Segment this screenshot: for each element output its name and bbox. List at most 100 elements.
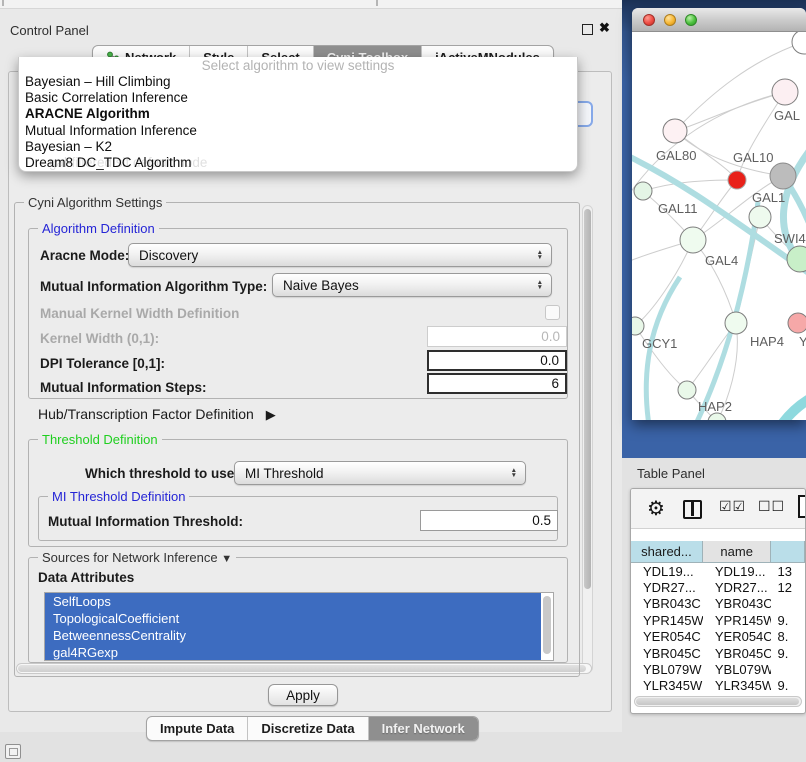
algorithm-placeholder: Select algorithm to view settings bbox=[19, 57, 577, 74]
menu-item-mutual-information[interactable]: Mutual Information Inference bbox=[19, 123, 577, 139]
algorithm-dropdown-popup: Select algorithm to view settings Bayesi… bbox=[18, 57, 578, 172]
menu-item-basic-correlation[interactable]: Basic Correlation Inference bbox=[19, 90, 577, 106]
tab-impute-data[interactable]: Impute Data bbox=[147, 717, 248, 740]
list-item-gal4rgexp[interactable]: gal4RGexp bbox=[45, 644, 541, 661]
table-row[interactable]: YBR043C YBR043C bbox=[631, 596, 805, 612]
sources-title-label: Sources for Network Inference bbox=[42, 550, 218, 565]
node-label: HAP4 bbox=[750, 334, 784, 349]
column-header-shared[interactable]: shared... bbox=[631, 541, 703, 562]
node-gal4[interactable] bbox=[680, 227, 706, 253]
cell-shared: YBR043C bbox=[631, 596, 703, 611]
apply-button[interactable]: Apply bbox=[268, 684, 338, 706]
list-item-betweennesscentrality[interactable]: BetweennessCentrality bbox=[45, 627, 541, 644]
cell-name: YDR27... bbox=[703, 580, 772, 595]
hub-definition-expander[interactable]: Hub/Transcription Factor Definition ▶ bbox=[38, 406, 276, 423]
table-row[interactable]: YDR27... YDR27... 12 bbox=[631, 579, 805, 595]
node-pink[interactable] bbox=[788, 313, 806, 333]
tab-discretize-data[interactable]: Discretize Data bbox=[248, 717, 368, 740]
list-item-topologicalcoefficient[interactable]: TopologicalCoefficient bbox=[45, 610, 541, 627]
node-gal11[interactable] bbox=[634, 182, 652, 200]
menu-item-aracne[interactable]: ARACNE Algorithm bbox=[19, 106, 577, 122]
list-item-selfloops[interactable]: SelfLoops bbox=[45, 593, 541, 610]
node-unlabeled[interactable] bbox=[792, 32, 806, 54]
cell-value: 9. bbox=[771, 613, 805, 628]
tab-infer-network[interactable]: Infer Network bbox=[369, 717, 478, 740]
column-header-name[interactable]: name bbox=[703, 541, 772, 562]
deselect-all-checkboxes-icon[interactable]: ☐☐ bbox=[758, 498, 785, 515]
cell-shared: YBR045C bbox=[631, 646, 703, 661]
node-label: GAL4 bbox=[705, 253, 738, 268]
cell-value: 12 bbox=[771, 580, 805, 595]
node-gal1[interactable] bbox=[749, 206, 771, 228]
cell-shared: YDR27... bbox=[631, 580, 703, 595]
node-gal2[interactable] bbox=[772, 79, 798, 105]
columns-icon[interactable] bbox=[683, 500, 702, 519]
node-hap4[interactable] bbox=[725, 312, 747, 334]
background-combo-ghost-text: gal-filtered sif default node bbox=[49, 155, 207, 170]
cell-value: 13 bbox=[771, 564, 805, 579]
node-label: SWI4 bbox=[774, 231, 806, 246]
table-row[interactable]: YLR345W YLR345W 9. bbox=[631, 678, 805, 694]
node-red-selected[interactable] bbox=[728, 171, 746, 189]
screen: { "window": { "title": "Control Panel" }… bbox=[0, 0, 806, 762]
mi-algorithm-type-select[interactable]: Naive Bayes ▲▼ bbox=[272, 273, 552, 297]
attributes-scrollbar-thumb[interactable] bbox=[543, 596, 551, 654]
float-window-icon[interactable] bbox=[582, 24, 593, 35]
data-attributes-label: Data Attributes bbox=[38, 570, 134, 585]
stepper-icon: ▲▼ bbox=[537, 280, 543, 291]
node-hap2[interactable] bbox=[678, 381, 696, 399]
minimize-traffic-light[interactable] bbox=[664, 14, 676, 26]
select-all-checkboxes-icon[interactable]: ☑☑ bbox=[719, 498, 746, 515]
close-icon[interactable]: ✖ bbox=[599, 20, 610, 36]
algorithm-combo-focus-ring bbox=[578, 101, 593, 127]
top-divider-tick bbox=[2, 0, 4, 6]
table-header: shared... name bbox=[631, 541, 805, 563]
export-table-icon[interactable] bbox=[798, 495, 806, 518]
close-traffic-light[interactable] bbox=[643, 14, 655, 26]
table-row[interactable]: YDL19... YDL19... 13 bbox=[631, 563, 805, 579]
dpi-tolerance-input[interactable] bbox=[427, 350, 567, 371]
cell-shared: YBL079W bbox=[631, 662, 703, 677]
kernel-width-label: Kernel Width (0,1): bbox=[40, 331, 159, 346]
mi-threshold-input[interactable] bbox=[420, 510, 558, 531]
network-window-titlebar[interactable] bbox=[632, 8, 806, 32]
table-panel: ⚙ ☑☑ ☐☐ shared... name YDL19... YDL19...… bbox=[630, 488, 806, 714]
table-row[interactable]: YBR045C YBR045C 9. bbox=[631, 645, 805, 661]
zoom-traffic-light[interactable] bbox=[685, 14, 697, 26]
column-header-clipped[interactable] bbox=[771, 541, 805, 562]
table-row[interactable]: YER054C YER054C 8. bbox=[631, 629, 805, 645]
kernel-width-input[interactable] bbox=[427, 326, 567, 347]
chevron-down-icon: ▼ bbox=[221, 553, 232, 565]
settings-vertical-scrollbar[interactable] bbox=[582, 205, 593, 673]
node-gal80[interactable] bbox=[663, 119, 687, 143]
node-label: GAL11 bbox=[658, 201, 698, 216]
table-toolbar: ⚙ ☑☑ ☐☐ bbox=[631, 489, 805, 529]
panel-grid-icon[interactable] bbox=[5, 744, 21, 759]
settings-vertical-scrollbar-thumb[interactable] bbox=[584, 209, 591, 589]
mi-steps-input[interactable] bbox=[427, 373, 567, 394]
menu-item-bayesian-hill-climbing[interactable]: Bayesian – Hill Climbing bbox=[19, 74, 577, 90]
node-bottom[interactable] bbox=[708, 413, 726, 420]
network-window: GAL GAL80 GAL10 GAL1 GAL11 SWI4 GAL4 GCY… bbox=[632, 8, 806, 420]
stepper-icon: ▲▼ bbox=[537, 250, 543, 261]
table-horizontal-scrollbar-thumb[interactable] bbox=[636, 698, 799, 705]
aracne-mode-select[interactable]: Discovery ▲▼ bbox=[128, 243, 552, 267]
threshold-definition-title: Threshold Definition bbox=[38, 432, 162, 447]
tab-discretize-data-label: Discretize Data bbox=[261, 721, 354, 736]
table-panel-title: Table Panel bbox=[637, 466, 705, 481]
menu-item-bayesian-k2[interactable]: Bayesian – K2 bbox=[19, 139, 577, 155]
table-row[interactable]: YBL079W YBL079W bbox=[631, 661, 805, 677]
network-canvas[interactable]: GAL GAL80 GAL10 GAL1 GAL11 SWI4 GAL4 GCY… bbox=[632, 32, 806, 420]
mi-threshold-label: Mutual Information Threshold: bbox=[48, 514, 243, 529]
which-threshold-select[interactable]: MI Threshold ▲▼ bbox=[234, 461, 526, 485]
cell-value: 8. bbox=[771, 629, 805, 644]
cell-name: YER054C bbox=[703, 629, 772, 644]
node-label: Y bbox=[799, 334, 806, 349]
manual-kernel-width-checkbox[interactable] bbox=[545, 305, 560, 320]
node-gal10[interactable] bbox=[770, 163, 796, 189]
cyni-algorithm-settings-title: Cyni Algorithm Settings bbox=[24, 195, 166, 210]
table-horizontal-scrollbar[interactable] bbox=[634, 696, 802, 707]
gear-icon[interactable]: ⚙ bbox=[647, 496, 665, 521]
table-row[interactable]: YPR145W YPR145W 9. bbox=[631, 612, 805, 628]
sources-title[interactable]: Sources for Network Inference ▼ bbox=[38, 550, 236, 565]
